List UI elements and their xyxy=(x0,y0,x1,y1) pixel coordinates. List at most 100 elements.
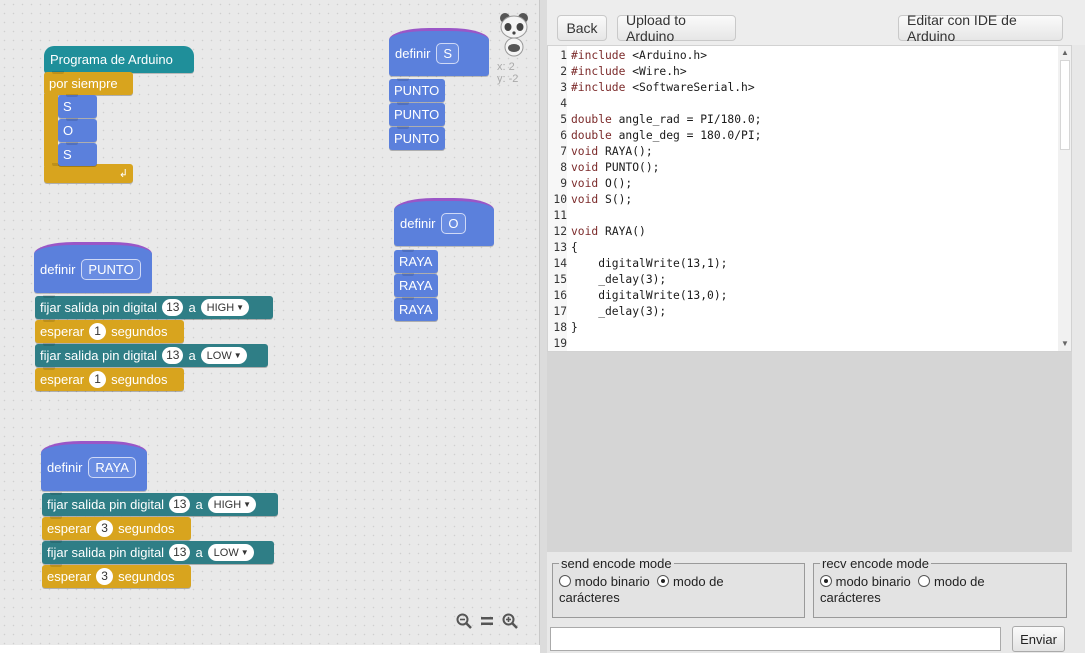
block-label: segundos xyxy=(111,324,168,339)
level-dropdown[interactable]: LOW ▼ xyxy=(207,544,254,561)
radio-label: modo binario xyxy=(574,574,650,589)
code-line: digitalWrite(13,0); xyxy=(571,289,728,302)
dropdown-value: HIGH xyxy=(206,301,235,314)
sprite-coordinates: x: 2 y: -2 xyxy=(497,61,518,85)
block-label: fijar salida pin digital xyxy=(47,497,165,512)
dropdown-value: LOW xyxy=(206,349,232,362)
set-digital-pin-block[interactable]: fijar salida pin digital 13 a LOW ▼ xyxy=(35,343,268,367)
call-block-s[interactable]: S xyxy=(58,94,97,118)
call-label: S xyxy=(63,147,72,162)
wait-block[interactable]: esperar 3 segundos xyxy=(42,516,191,540)
block-label: fijar salida pin digital xyxy=(47,545,165,560)
call-block-punto[interactable]: PUNTO xyxy=(389,102,445,126)
define-punto-hat[interactable]: definir PUNTO xyxy=(34,242,152,293)
block-label: esperar xyxy=(40,372,85,387)
block-label: esperar xyxy=(40,324,85,339)
back-button[interactable]: Back xyxy=(557,15,607,41)
level-dropdown[interactable]: LOW ▼ xyxy=(200,347,247,364)
code-line: void RAYA() xyxy=(571,225,646,238)
call-label: RAYA xyxy=(399,278,433,293)
radio-label: modo de xyxy=(673,574,724,589)
code-line: #include <Arduino.h> xyxy=(571,49,708,62)
wait-block[interactable]: esperar 1 segundos xyxy=(35,319,184,343)
serial-send-input[interactable] xyxy=(550,627,1001,651)
wait-seconds-input[interactable]: 1 xyxy=(89,323,107,340)
set-digital-pin-block[interactable]: fijar salida pin digital 13 a LOW ▼ xyxy=(42,540,274,564)
edit-in-arduino-ide-button[interactable]: Editar con IDE de Arduino xyxy=(898,12,1063,44)
main-program-hat[interactable]: Programa de Arduino xyxy=(44,46,194,73)
scroll-up-icon[interactable]: ▲ xyxy=(1061,48,1069,57)
block-label: a xyxy=(195,545,203,560)
set-digital-pin-block[interactable]: fijar salida pin digital 13 a HIGH ▼ xyxy=(42,492,278,516)
send-chars-radio[interactable] xyxy=(657,575,670,587)
line-number: 19 xyxy=(553,337,567,350)
upload-to-arduino-button[interactable]: Upload to Arduino xyxy=(617,12,736,44)
define-label: definir xyxy=(400,216,436,231)
dropdown-arrow-icon: ▼ xyxy=(233,351,242,360)
block-label: segundos xyxy=(118,569,175,584)
line-number: 8 xyxy=(560,161,567,174)
wait-seconds-input[interactable]: 1 xyxy=(89,371,107,388)
send-binary-radio[interactable] xyxy=(559,575,571,587)
call-block-s[interactable]: S xyxy=(58,142,97,166)
define-name: S xyxy=(436,43,460,64)
recv-chars-radio[interactable] xyxy=(918,575,931,587)
wait-block[interactable]: esperar 3 segundos xyxy=(42,564,191,588)
define-label: definir xyxy=(40,261,76,277)
define-name: RAYA xyxy=(88,457,136,478)
line-number: 15 xyxy=(553,273,567,286)
pin-number-input[interactable]: 13 xyxy=(169,496,191,513)
line-number: 16 xyxy=(553,289,567,302)
block-label: esperar xyxy=(47,569,92,584)
code-line: void O(); xyxy=(571,177,633,190)
zoom-out-icon[interactable] xyxy=(454,611,473,630)
code-scrollbar[interactable]: ▲ ▼ xyxy=(1058,46,1071,351)
wait-seconds-input[interactable]: 3 xyxy=(96,520,114,537)
zoom-in-icon[interactable] xyxy=(500,611,519,630)
block-label: segundos xyxy=(111,372,168,387)
dropdown-value: LOW xyxy=(213,546,239,559)
code-line: #include <SoftwareSerial.h> xyxy=(571,81,755,94)
code-line: } xyxy=(571,321,578,334)
radio-label: modo binario xyxy=(835,574,911,589)
define-s-hat[interactable]: definir S xyxy=(389,28,489,76)
level-dropdown[interactable]: HIGH ▼ xyxy=(200,299,250,316)
panel-divider[interactable] xyxy=(540,0,547,653)
call-block-raya[interactable]: RAYA xyxy=(394,273,438,297)
wait-seconds-input[interactable]: 3 xyxy=(96,568,114,585)
radio-label: carácteres xyxy=(820,590,881,605)
define-name: O xyxy=(441,213,466,234)
line-number: 17 xyxy=(553,305,567,318)
coord-y: y: -2 xyxy=(497,73,519,85)
call-block-raya[interactable]: RAYA xyxy=(394,297,438,321)
pin-number-input[interactable]: 13 xyxy=(162,347,184,364)
zoom-reset-icon[interactable] xyxy=(477,611,496,630)
call-block-raya[interactable]: RAYA xyxy=(394,249,438,273)
define-raya-hat[interactable]: definir RAYA xyxy=(41,441,147,491)
call-block-punto[interactable]: PUNTO xyxy=(389,78,445,102)
zoom-controls xyxy=(454,611,519,630)
script-workspace[interactable]: Programa de Arduino por siempre ↲ S O S … xyxy=(0,0,540,645)
send-button[interactable]: Enviar xyxy=(1012,626,1065,652)
recv-binary-radio[interactable] xyxy=(820,575,832,587)
forever-loop-label: por siempre xyxy=(49,76,118,91)
call-block-punto[interactable]: PUNTO xyxy=(389,126,445,150)
code-editor[interactable]: 1 2 3 4 5 6 7 8 9 10 11 12 13 14 15 16 17 18 19 #include <… xyxy=(547,45,1072,352)
line-number: 12 xyxy=(553,225,567,238)
pin-number-input[interactable]: 13 xyxy=(162,299,184,316)
radio-label: carácteres xyxy=(559,590,620,605)
call-block-o[interactable]: O xyxy=(58,118,97,142)
forever-loop-block[interactable]: por siempre xyxy=(44,71,133,95)
define-o-hat[interactable]: definir O xyxy=(394,198,494,246)
set-digital-pin-block[interactable]: fijar salida pin digital 13 a HIGH ▼ xyxy=(35,295,273,319)
pin-number-input[interactable]: 13 xyxy=(169,544,191,561)
panda-sprite-icon[interactable] xyxy=(497,12,531,58)
dropdown-arrow-icon: ▼ xyxy=(236,303,245,312)
recv-encode-mode-group: recv encode mode modo binario modo de ca… xyxy=(813,556,1067,618)
wait-block[interactable]: esperar 1 segundos xyxy=(35,367,184,391)
line-number: 5 xyxy=(560,113,567,126)
scroll-down-icon[interactable]: ▼ xyxy=(1061,339,1069,348)
main-program-title: Programa de Arduino xyxy=(50,52,173,67)
level-dropdown[interactable]: HIGH ▼ xyxy=(207,496,257,513)
scrollbar-thumb[interactable] xyxy=(1060,60,1070,150)
